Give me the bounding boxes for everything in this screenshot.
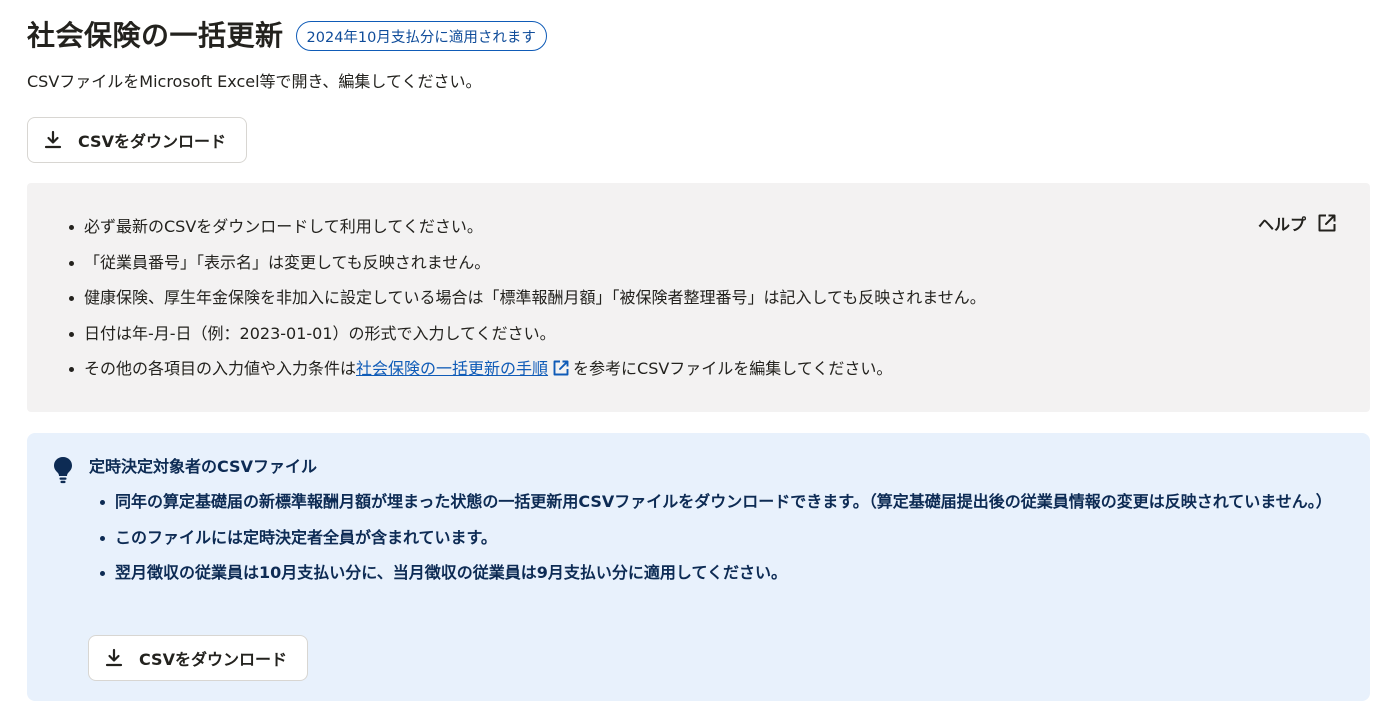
external-link-icon: [1316, 212, 1338, 234]
info-item: このファイルには定時決定者全員が含まれています。: [98, 524, 1348, 551]
title-row: 社会保険の一括更新 2024年10月支払分に適用されます: [27, 14, 547, 58]
notes-panel: 必ず最新のCSVをダウンロードして利用してください。 「従業員番号」「表示名」は…: [27, 183, 1370, 412]
download-icon: [103, 647, 125, 669]
info-list: 同年の算定基礎届の新標準報酬月額が埋まった状態の一括更新用CSVファイルをダウン…: [98, 488, 1348, 595]
lightbulb-icon: [51, 455, 75, 485]
info-item: 翌月徴収の従業員は10月支払い分に、当月徴収の従業員は9月支払い分に適用してくだ…: [98, 559, 1348, 586]
info-panel-title: 定時決定対象者のCSVファイル: [89, 457, 317, 476]
page-title: 社会保険の一括更新: [27, 19, 284, 52]
download-icon: [42, 129, 64, 151]
applies-period-badge: 2024年10月支払分に適用されます: [295, 21, 547, 51]
help-label: ヘルプ: [1257, 215, 1306, 234]
scheduled-csv-download-label: CSVをダウンロード: [139, 650, 287, 669]
bulk-update-procedure-link[interactable]: 社会保険の一括更新の手順: [356, 359, 548, 378]
notes-item: 健康保険、厚生年金保険を非加入に設定している場合は「標準報酬月額」「被保険者整理…: [67, 280, 986, 316]
help-link[interactable]: ヘルプ: [1258, 211, 1338, 235]
external-link-icon[interactable]: [551, 358, 571, 378]
notes-item: 必ず最新のCSVをダウンロードして利用してください。: [67, 209, 986, 245]
page-description: CSVファイルをMicrosoft Excel等で開き、編集してください。: [27, 72, 482, 91]
notes-item: 日付は年-月-日（例：2023-01-01）の形式で入力してください。: [67, 316, 986, 352]
notes-item-suffix: を参考にCSVファイルを編集してください。: [573, 359, 893, 378]
notes-list: 必ず最新のCSVをダウンロードして利用してください。 「従業員番号」「表示名」は…: [67, 209, 986, 387]
notes-item-prefix: その他の各項目の入力値や入力条件は: [84, 359, 357, 378]
page: 社会保険の一括更新 2024年10月支払分に適用されます CSVファイルをMic…: [0, 0, 1400, 723]
scheduled-csv-download-button[interactable]: CSVをダウンロード: [88, 635, 308, 681]
csv-download-button[interactable]: CSVをダウンロード: [27, 117, 247, 163]
scheduled-determination-panel: 定時決定対象者のCSVファイル 同年の算定基礎届の新標準報酬月額が埋まった状態の…: [27, 433, 1370, 701]
csv-download-label: CSVをダウンロード: [78, 132, 226, 151]
notes-item: その他の各項目の入力値や入力条件は社会保険の一括更新の手順 を参考にCSVファイ…: [67, 351, 986, 387]
info-item: 同年の算定基礎届の新標準報酬月額が埋まった状態の一括更新用CSVファイルをダウン…: [98, 488, 1348, 515]
notes-item: 「従業員番号」「表示名」は変更しても反映されません。: [67, 245, 986, 281]
